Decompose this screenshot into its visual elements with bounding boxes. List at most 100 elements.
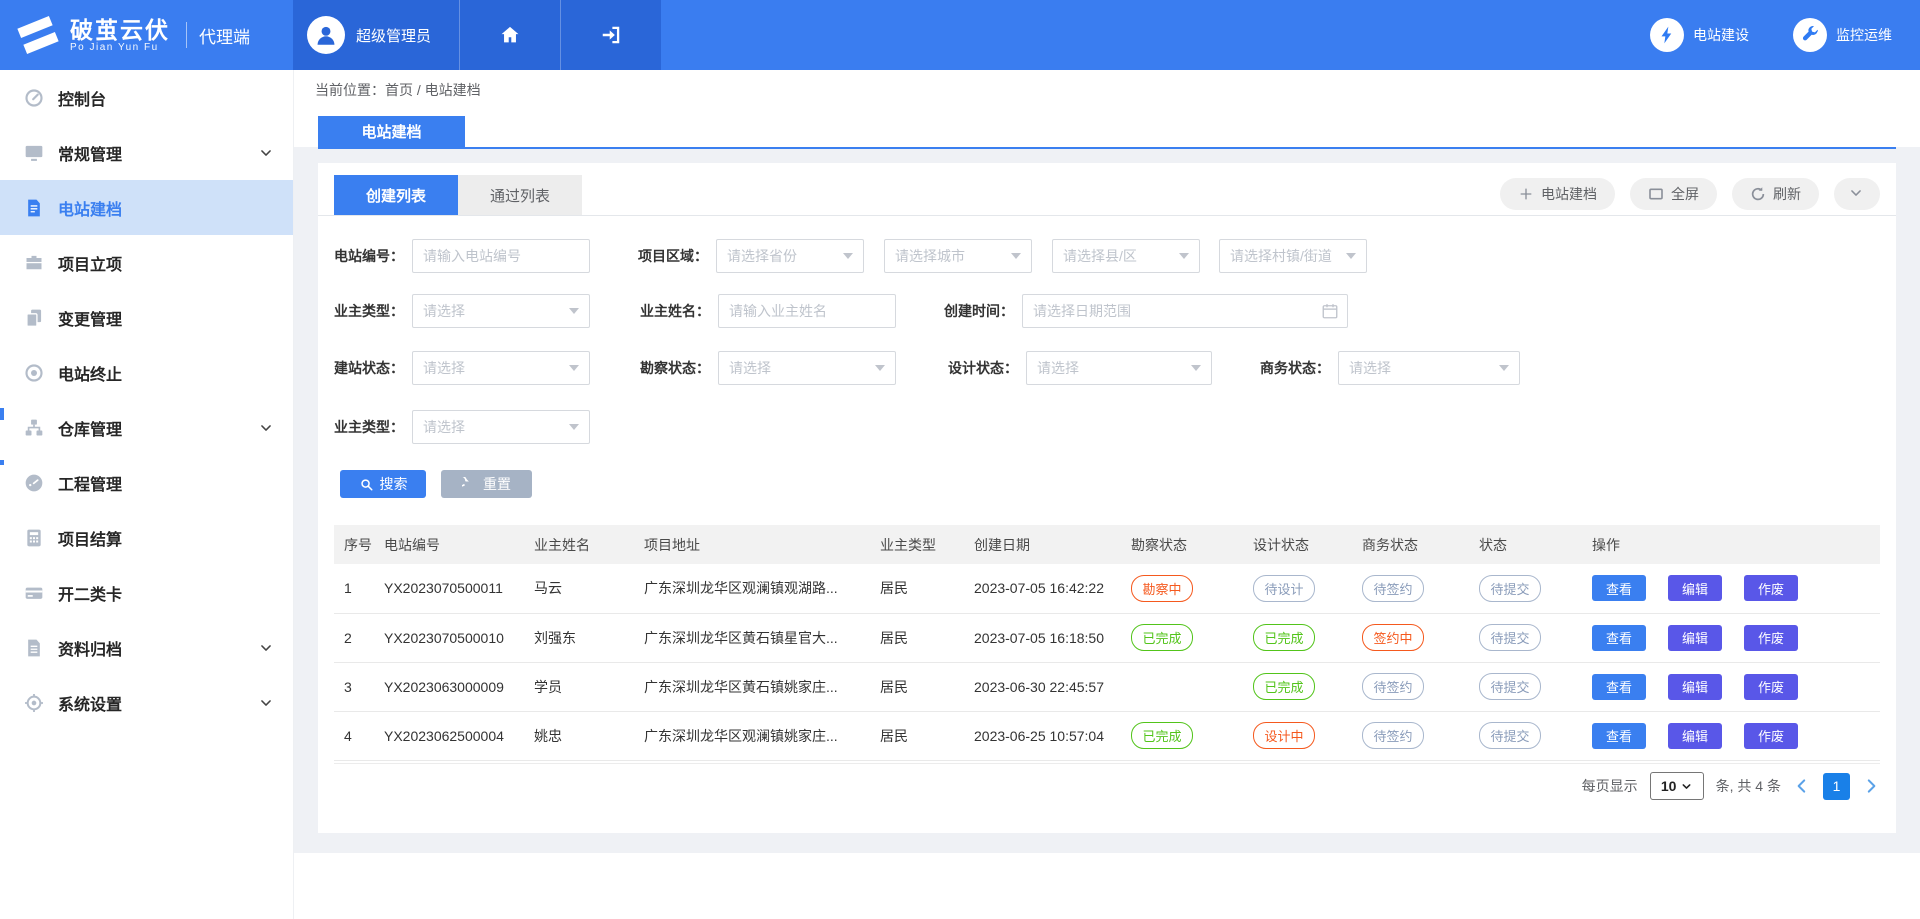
topnav-item-station-build[interactable]: 电站建设 — [1650, 18, 1749, 52]
edit-button[interactable]: 编辑 — [1668, 674, 1722, 700]
topnav-label: 电站建设 — [1693, 25, 1749, 45]
dashboard-icon — [24, 88, 44, 108]
sidebar-item-6[interactable]: 仓库管理 — [0, 400, 293, 455]
business-status-select[interactable]: 请选择 — [1338, 351, 1520, 385]
sidebar-item-7[interactable]: 工程管理 — [0, 455, 293, 510]
column-header: 状态 — [1469, 525, 1582, 564]
created-range-label: 创建时间： — [944, 301, 1014, 321]
create-station-button[interactable]: 电站建档 — [1500, 178, 1615, 210]
city-select[interactable]: 请选择城市 — [884, 239, 1032, 273]
created-range-datepicker[interactable]: 请选择日期范围 — [1022, 294, 1348, 328]
town-select[interactable]: 请选择村镇/街道 — [1219, 239, 1367, 273]
logout-button[interactable] — [560, 0, 660, 70]
sidebar-item-0[interactable]: 控制台 — [0, 70, 293, 125]
current-user[interactable]: 超级管理员 — [293, 0, 459, 70]
void-button[interactable]: 作废 — [1744, 723, 1798, 749]
logout-icon — [600, 24, 622, 46]
cell-type: 居民 — [870, 711, 964, 760]
cell-owner: 马云 — [524, 564, 634, 613]
breadcrumb-home-link[interactable]: 首页 — [385, 82, 413, 98]
build-status-select[interactable]: 请选择 — [412, 351, 590, 385]
table-row: 3YX2023063000009学员广东深圳龙华区黄石镇姚家庄...居民2023… — [334, 662, 1880, 711]
sidebar-item-label: 项目结算 — [58, 526, 122, 550]
sidebar-item-10[interactable]: 资料归档 — [0, 620, 293, 675]
page-1-button[interactable]: 1 — [1823, 773, 1850, 800]
chevron-right-icon — [1862, 777, 1880, 795]
view-button[interactable]: 查看 — [1592, 674, 1646, 700]
county-select[interactable]: 请选择县/区 — [1052, 239, 1200, 273]
sidebar-item-label: 项目立项 — [58, 251, 122, 275]
select-caret-icon — [569, 424, 579, 430]
panel-tabs: 创建列表通过列表 — [334, 175, 582, 215]
page-tab-station-archive[interactable]: 电站建档 — [318, 116, 465, 147]
view-button[interactable]: 查看 — [1592, 625, 1646, 651]
wrench-icon — [1800, 25, 1820, 45]
filter-actions: 搜索 重置 — [340, 470, 532, 498]
sidebar-item-label: 电站建档 — [58, 196, 122, 220]
sidebar-item-8[interactable]: 项目结算 — [0, 510, 293, 565]
reset-button[interactable]: 重置 — [441, 470, 532, 498]
tab-create-list[interactable]: 创建列表 — [334, 175, 458, 215]
chevron-down-icon — [259, 696, 273, 710]
sidebar-item-label: 电站终止 — [58, 361, 122, 385]
topnav-item-monitor-ops[interactable]: 监控运维 — [1793, 18, 1892, 52]
edit-button[interactable]: 编辑 — [1668, 723, 1722, 749]
select-caret-icon — [875, 365, 885, 371]
view-button[interactable]: 查看 — [1592, 575, 1646, 601]
chevron-down-icon — [259, 641, 273, 655]
select-caret-icon — [569, 308, 579, 314]
total-count-label: 条, 共 4 条 — [1716, 776, 1781, 796]
sidebar-item-3[interactable]: 项目立项 — [0, 235, 293, 290]
void-button[interactable]: 作废 — [1744, 575, 1798, 601]
tab-passed-list[interactable]: 通过列表 — [458, 175, 582, 215]
edit-button[interactable]: 编辑 — [1668, 575, 1722, 601]
sidebar-item-1[interactable]: 常规管理 — [0, 125, 293, 180]
breadcrumb-label: 当前位置： — [315, 82, 385, 98]
select-caret-icon — [1499, 365, 1509, 371]
topnav: 电站建设 监控运维 — [1650, 0, 1892, 70]
owner-type-select[interactable]: 请选择 — [412, 294, 590, 328]
per-page-label: 每页显示 — [1582, 776, 1638, 796]
sidebar-item-9[interactable]: 开二类卡 — [0, 565, 293, 620]
sidebar-item-label: 控制台 — [58, 86, 106, 110]
sidebar-item-4[interactable]: 变更管理 — [0, 290, 293, 345]
fullscreen-button[interactable]: 全屏 — [1630, 178, 1717, 210]
column-header: 创建日期 — [964, 525, 1121, 564]
collapse-button[interactable] — [1834, 178, 1880, 210]
next-page-button[interactable] — [1862, 777, 1880, 795]
settings-icon — [24, 693, 44, 713]
filter-row-1: 电站编号：项目区域：请选择省份请选择城市请选择县/区请选择村镇/街道 — [334, 239, 1367, 273]
refresh-button[interactable]: 刷新 — [1732, 178, 1819, 210]
cell-code: YX2023063000009 — [374, 662, 524, 711]
home-button[interactable] — [459, 0, 560, 70]
prev-page-button[interactable] — [1793, 777, 1811, 795]
view-button[interactable]: 查看 — [1592, 723, 1646, 749]
portal-label: 代理端 — [199, 23, 250, 48]
void-button[interactable]: 作废 — [1744, 674, 1798, 700]
owner-type-2-select[interactable]: 请选择 — [412, 410, 590, 444]
cell-created: 2023-06-30 22:45:57 — [964, 662, 1121, 711]
sidebar-item-5[interactable]: 电站终止 — [0, 345, 293, 400]
province-select[interactable]: 请选择省份 — [716, 239, 864, 273]
cell-seq: 1 — [334, 564, 374, 613]
owner-name-input[interactable] — [718, 294, 896, 328]
business-status-badge: 待签约 — [1362, 575, 1424, 602]
province-label: 项目区域： — [638, 246, 708, 266]
content-area: 当前位置：首页 / 电站建档 电站建档 创建列表通过列表 电站建档全屏刷新 电站… — [294, 70, 1920, 919]
reset-icon — [462, 477, 477, 492]
sidebar-item-2-active[interactable]: 电站建档 — [0, 180, 293, 235]
sidebar-item-11[interactable]: 系统设置 — [0, 675, 293, 730]
chevron-down-icon — [1681, 781, 1692, 792]
search-button[interactable]: 搜索 — [340, 470, 426, 498]
survey-status-select[interactable]: 请选择 — [718, 351, 896, 385]
filter-row-4: 业主类型：请选择 — [334, 410, 590, 444]
cell-created: 2023-07-05 16:18:50 — [964, 613, 1121, 662]
edit-button[interactable]: 编辑 — [1668, 625, 1722, 651]
cell-owner: 姚忠 — [524, 711, 634, 760]
station-code-input[interactable] — [412, 239, 590, 273]
per-page-select[interactable]: 10 — [1650, 772, 1704, 800]
void-button[interactable]: 作废 — [1744, 625, 1798, 651]
business-status-badge: 待签约 — [1362, 722, 1424, 749]
design-status-select[interactable]: 请选择 — [1026, 351, 1212, 385]
search-icon — [359, 477, 374, 492]
